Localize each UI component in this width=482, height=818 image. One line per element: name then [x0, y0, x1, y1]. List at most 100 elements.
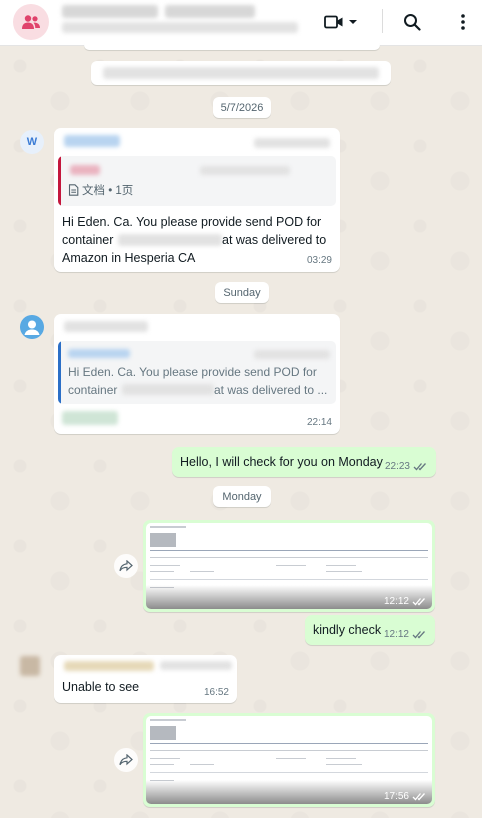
participants-redacted	[62, 22, 298, 33]
thumb-line	[150, 772, 428, 773]
quote-author-redacted	[70, 165, 100, 175]
sender-name-redacted	[64, 661, 154, 671]
thumb-line	[150, 719, 186, 721]
previous-message-fragment	[84, 40, 380, 50]
message-time: 16:52	[203, 687, 229, 698]
header-divider	[382, 9, 383, 33]
video-camera-icon	[324, 15, 343, 29]
forward-button[interactable]	[114, 748, 138, 772]
thumb-line	[150, 726, 176, 740]
document-meta-text: 文档 • 1页	[82, 185, 134, 197]
forward-button[interactable]	[114, 554, 138, 578]
double-check-icon	[413, 463, 426, 471]
image-message-outgoing[interactable]: 17:56	[143, 713, 435, 807]
quoted-text-line: container	[68, 383, 118, 397]
quote-accent-bar	[58, 156, 61, 206]
thumb-line	[150, 565, 180, 566]
thumb-line	[326, 565, 356, 566]
quoted-message[interactable]: Hi Eden. Ca. You please provide send POD…	[58, 341, 336, 404]
message-text-line: at was delivered to	[222, 233, 327, 247]
container-number-redacted	[118, 234, 222, 246]
message-time: 22:23	[384, 461, 410, 472]
forward-icon	[119, 754, 133, 766]
quote-meta-redacted	[200, 166, 290, 175]
chat-title-redacted-2	[165, 5, 255, 18]
default-user-icon	[20, 315, 44, 339]
container-number-redacted	[122, 384, 214, 395]
thumb-line	[326, 571, 362, 572]
message-time: 12:12	[383, 596, 409, 607]
thumb-line	[190, 571, 214, 572]
message-text: Unable to see	[62, 680, 140, 694]
date-chip-label: 5/7/2026	[220, 101, 264, 114]
message-text-line: container	[62, 233, 114, 247]
menu-button[interactable]	[451, 10, 475, 34]
message-time: 03:29	[306, 255, 332, 266]
message-bubble-incoming[interactable]: Hi Eden. Ca. You please provide send POD…	[54, 314, 340, 434]
message-bubble-incoming[interactable]: Unable to see 16:52	[54, 655, 237, 703]
message-bubble-incoming[interactable]: 文档 • 1页 Hi Eden. Ca. You please provide …	[54, 128, 340, 272]
thumb-line	[150, 550, 428, 551]
message-text-line: Hi Eden. Ca. You please provide send POD…	[62, 215, 322, 229]
chevron-down-icon	[349, 20, 357, 24]
system-notice-chip	[91, 61, 391, 85]
sender-avatar[interactable]	[20, 315, 44, 339]
thumb-line	[150, 526, 186, 528]
double-check-icon	[412, 793, 425, 801]
thumb-line	[326, 764, 362, 765]
thumb-line	[150, 750, 428, 751]
image-status: 12:12	[384, 596, 427, 607]
message-body-redacted	[62, 411, 118, 425]
message-text: kindly check	[313, 623, 382, 637]
sender-name-redacted	[64, 321, 148, 332]
sender-phone-redacted	[254, 138, 330, 148]
message-time: 22:14	[306, 417, 332, 428]
sender-name-redacted	[64, 135, 120, 147]
group-icon	[22, 15, 40, 29]
document-icon	[68, 184, 79, 196]
thumb-line	[190, 764, 214, 765]
thumb-line	[150, 557, 428, 558]
thumb-line	[150, 743, 428, 744]
search-icon	[404, 14, 421, 31]
image-status: 17:56	[384, 791, 427, 802]
quote-meta-redacted	[254, 350, 330, 359]
search-button[interactable]	[400, 10, 424, 34]
video-call-button[interactable]	[322, 11, 360, 33]
message-text: Hello, I will check for you on Monday	[180, 455, 383, 469]
quoted-text-line: Hi Eden. Ca. You please provide send POD…	[68, 365, 317, 379]
date-chip: Monday	[213, 486, 271, 507]
date-chip: Sunday	[215, 282, 269, 303]
message-time: 17:56	[383, 791, 409, 802]
message-bubble-outgoing[interactable]: kindly check 12:12	[305, 615, 435, 645]
message-status: 12:12	[384, 629, 427, 640]
thumb-line	[150, 764, 174, 765]
message-status: 22:23	[385, 461, 428, 472]
sender-avatar-redacted[interactable]	[20, 656, 40, 676]
thumb-line	[150, 533, 176, 547]
thumb-line	[276, 758, 306, 759]
more-vertical-icon	[461, 14, 465, 30]
quote-accent-bar	[58, 341, 61, 404]
chat-title-redacted[interactable]	[62, 5, 158, 18]
forward-icon	[119, 560, 133, 572]
system-notice-redacted	[103, 67, 379, 79]
quoted-text-line: at was delivered to ...	[214, 383, 328, 397]
chat-pane[interactable]: 5/7/2026 W 文档 • 1页 Hi Eden. Ca. You plea…	[0, 40, 482, 818]
thumb-line	[326, 758, 356, 759]
group-avatar[interactable]	[13, 4, 49, 40]
date-chip-label: Sunday	[223, 286, 261, 299]
message-bubble-outgoing[interactable]: Hello, I will check for you on Monday 22…	[172, 447, 436, 477]
quoted-document[interactable]: 文档 • 1页	[58, 156, 336, 206]
date-chip-label: Monday	[222, 490, 262, 503]
double-check-icon	[412, 598, 425, 606]
double-check-icon	[412, 631, 425, 639]
image-message-outgoing[interactable]: 12:12	[143, 520, 435, 612]
message-time: 12:12	[383, 629, 409, 640]
thumb-line	[276, 565, 306, 566]
sender-phone-redacted	[160, 661, 232, 670]
thumb-line	[150, 571, 174, 572]
thumb-line	[150, 579, 428, 580]
sender-avatar[interactable]: W	[20, 130, 44, 154]
quote-author-redacted	[68, 349, 130, 358]
